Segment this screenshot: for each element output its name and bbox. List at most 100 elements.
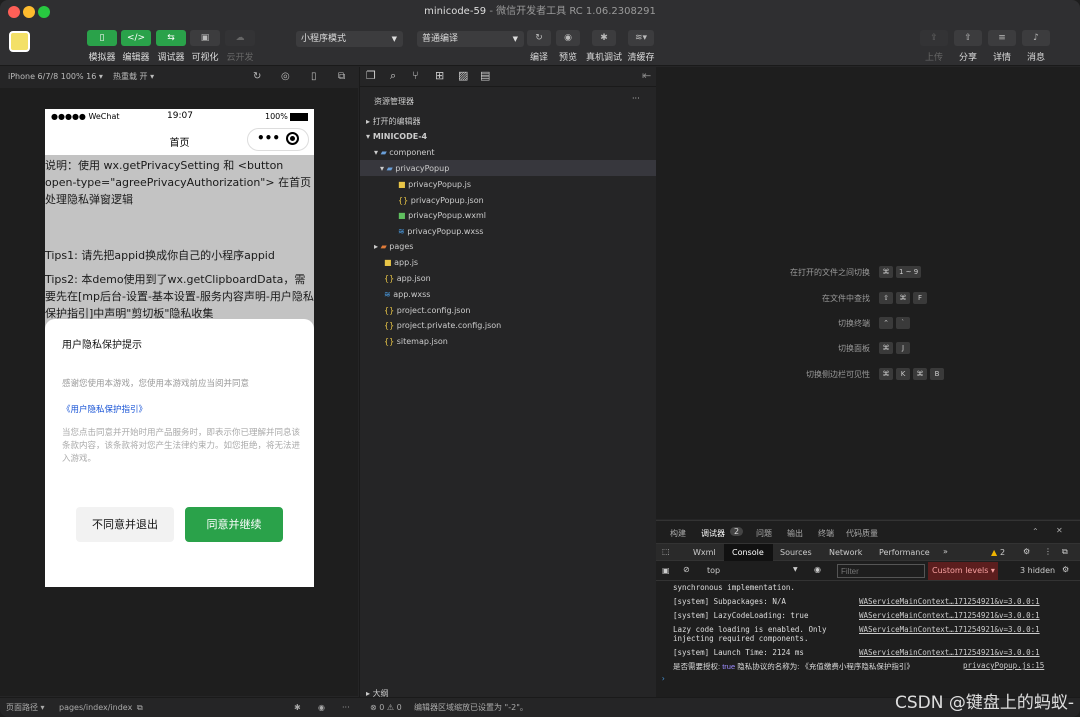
gear-icon[interactable]: ⚙ [1023,547,1030,556]
phone-screen: ●●●●● WeChat 19:07 100% 首页 ••• 说明：使用 wx.… [45,109,314,587]
log-source-link[interactable]: WAServiceMainContext…171254921&v=3.0.0:1 [859,625,1040,634]
tree-item-privacypopup[interactable]: ▾ ▰ privacyPopup [380,164,449,173]
tab-problems[interactable]: 问题 [756,528,772,539]
tab-wxml[interactable]: Wxml [693,548,716,557]
chevron-up-icon[interactable]: ⌃ [1032,527,1039,536]
eye-icon[interactable]: ◉ [318,698,325,717]
cloud-button[interactable]: ☁ [225,30,255,46]
tree-item-wxml[interactable]: ■ privacyPopup.wxml [398,211,486,220]
tree-item-sitemap[interactable]: {} sitemap.json [384,337,448,346]
tab-console[interactable]: Console [732,548,764,557]
tab-build[interactable]: 构建 [670,528,686,539]
log-source-link[interactable]: WAServiceMainContext…171254921&v=3.0.0:1 [859,597,1040,606]
log-source-link[interactable]: WAServiceMainContext…171254921&v=3.0.0:1 [859,648,1040,657]
editor-button[interactable]: </> [121,30,151,46]
messages-button[interactable]: ♪ [1022,30,1050,46]
path-select[interactable]: 页面路径 ▾ [6,698,45,717]
tree-item-appjs[interactable]: ■ app.js [384,258,418,267]
image-icon[interactable]: ▨ [458,69,468,82]
log-source-link[interactable]: WAServiceMainContext…171254921&v=3.0.0:1 [859,611,1040,620]
folder-icon: ▰ [380,148,387,157]
console-prompt[interactable]: › [661,674,666,683]
refresh-icon: ↻ [535,33,543,43]
kbd: K [896,368,910,380]
tree-item-appwxss[interactable]: ≋ app.wxss [384,290,430,299]
close-capsule-icon[interactable] [286,132,299,145]
log-source-link[interactable]: privacyPopup.js:15 [963,661,1044,670]
mode-select[interactable]: 小程序模式 ▼ [296,31,403,47]
upload-button[interactable]: ⇪ [920,30,948,46]
visual-button[interactable]: ▣ [190,30,220,46]
levels-select[interactable]: Custom levels ▾ [928,562,998,580]
tab-output[interactable]: 输出 [787,528,803,539]
gear-icon[interactable]: ⚙ [1062,565,1069,574]
project-root[interactable]: ▾ MINICODE-4 [366,132,427,141]
clear-cache-button[interactable]: ≋▾ [628,30,654,46]
device-select[interactable]: iPhone 6/7/8 100% 16 ▾ [8,67,103,87]
compile-mode-select[interactable]: 普通编译 ▼ [417,31,524,47]
refuse-button[interactable]: 不同意并退出 [76,507,174,542]
preview-button[interactable]: ◉ [556,30,580,46]
tab-network[interactable]: Network [829,548,862,557]
clear-cache-label: 清缓存 [627,53,655,63]
close-icon[interactable]: ✕ [1056,526,1063,535]
bug-icon[interactable]: ✱ [294,698,301,717]
search-icon[interactable]: ⌕ [390,69,396,83]
close-window-button[interactable] [8,6,20,18]
more-icon[interactable]: ··· [342,698,350,717]
filter-input[interactable] [837,564,925,578]
problem-counts[interactable]: ⊗ 0 ⚠ 0 [370,698,402,717]
tree-item-appjson[interactable]: {} app.json [384,274,431,283]
tab-debugger[interactable]: 调试器 [701,528,725,539]
inspect-icon[interactable]: ⬚ [662,547,670,556]
tree-item-wxss[interactable]: ≋ privacyPopup.wxss [398,227,483,236]
real-debug-button[interactable]: ✱ [592,30,616,46]
copy-icon[interactable]: ⧉ [137,698,143,717]
tab-terminal[interactable]: 终端 [818,528,834,539]
git-icon[interactable]: ⑂ [412,69,419,82]
shortcut-keys: ⌃ ` [876,317,910,329]
share-button[interactable]: ⇧ [954,30,982,46]
dock-icon[interactable]: ⧉ [1062,547,1068,557]
tree-item-project-config[interactable]: {} project.config.json [384,306,470,315]
clear-console-icon[interactable]: ⊘ [683,565,690,574]
popup-title: 用户隐私保护提示 [62,340,142,351]
simulator-button[interactable]: ▯ [87,30,117,46]
rotate-icon[interactable]: ↻ [253,67,262,87]
open-editors-section[interactable]: ▸ 打开的编辑器 [366,116,421,127]
maximize-window-button[interactable] [38,6,50,18]
hotreload-toggle[interactable]: 热重载 开 ▾ [113,67,155,87]
extensions-icon[interactable]: ⊞ [435,69,444,82]
privacy-guide-link[interactable]: 《用户隐私保护指引》 [62,403,147,415]
bug-icon: ✱ [600,33,608,43]
capsule-menu[interactable]: ••• [247,128,309,151]
tree-item-private-config[interactable]: {} project.private.config.json [384,321,501,330]
record-icon[interactable]: ◎ [281,67,290,87]
avatar[interactable] [9,31,30,52]
log-bool: true [722,662,736,671]
window-icon[interactable]: ⧉ [338,67,346,87]
docker-icon[interactable]: ▤ [480,69,490,82]
details-button[interactable]: ≡ [988,30,1016,46]
more-actions-icon[interactable]: ··· [632,94,640,103]
device-icon[interactable]: ▯ [311,67,317,87]
files-icon[interactable]: ❐ [366,69,376,82]
debugger-button[interactable]: ⇆ [156,30,186,46]
tree-item-json[interactable]: {} privacyPopup.json [398,196,484,205]
more-tabs-button[interactable]: » [943,547,948,556]
tree-item-pages[interactable]: ▸ ▰ pages [374,242,413,251]
sidebar-toggle-icon[interactable]: ▣ [662,566,670,575]
compile-button[interactable]: ↻ [527,30,551,46]
agree-button[interactable]: 同意并继续 [185,507,283,542]
collapse-panel-icon[interactable]: ⇤ [642,69,651,82]
tab-code-quality[interactable]: 代码质量 [846,528,878,539]
kebab-icon[interactable]: ⋮ [1044,547,1052,556]
minimize-window-button[interactable] [23,6,35,18]
tree-item-component[interactable]: ▾ ▰ component [374,148,435,157]
tab-performance[interactable]: Performance [879,548,930,557]
tab-sources[interactable]: Sources [780,548,812,557]
more-icon[interactable]: ••• [257,131,280,145]
tree-item-js[interactable]: ■ privacyPopup.js [398,180,471,189]
context-select[interactable]: top [707,566,720,575]
eye-icon[interactable]: ◉ [814,565,821,574]
